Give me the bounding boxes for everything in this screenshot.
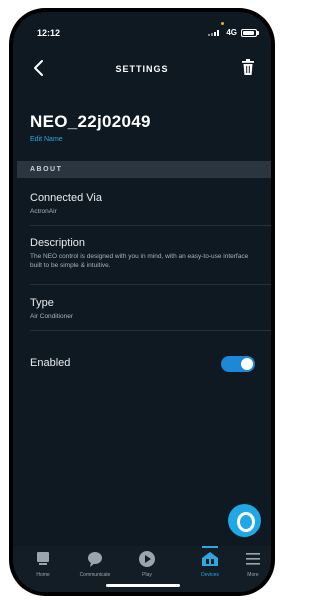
nav-label: Play <box>142 572 152 578</box>
status-bar: 12:12 4G <box>13 12 271 46</box>
divider <box>30 225 271 226</box>
nav-label: Communicate <box>79 572 111 578</box>
network-type: 4G <box>226 28 237 37</box>
nav-item-play[interactable]: Play <box>121 550 173 578</box>
divider <box>30 284 271 285</box>
menu-icon <box>246 553 260 565</box>
status-time: 12:12 <box>37 28 61 38</box>
home-indicator[interactable] <box>106 584 180 587</box>
row-connected-via: Connected Via ActronAir <box>30 192 259 216</box>
row-label: Type <box>30 297 54 309</box>
row-value: ActronAir <box>30 208 57 215</box>
section-header-about: ABOUT <box>17 161 271 178</box>
alexa-ring-icon <box>237 512 255 532</box>
nav-label: More <box>247 572 259 578</box>
nav-label: Devices <box>201 572 219 578</box>
row-value: The NEO control is designed with you in … <box>30 253 249 269</box>
page-title: SETTINGS <box>115 64 169 74</box>
device-name: NEO_22j02049 <box>30 112 151 131</box>
row-label: Connected Via <box>30 192 102 204</box>
devices-house-icon <box>202 552 218 566</box>
nav-label: Home <box>36 572 50 578</box>
battery-icon <box>241 29 259 37</box>
alexa-button[interactable] <box>228 504 261 537</box>
screen: 12:12 4G SETTINGS NEO_22j02049 Edit Name <box>13 12 271 592</box>
enabled-toggle[interactable] <box>221 356 255 372</box>
nav-item-communicate[interactable]: Communicate <box>69 550 121 578</box>
active-tab-indicator <box>202 546 218 548</box>
nav-item-devices[interactable]: Devices <box>184 550 236 578</box>
phone-frame: 12:12 4G SETTINGS NEO_22j02049 Edit Name <box>9 8 275 596</box>
play-icon <box>139 551 155 567</box>
section-title: ABOUT <box>30 166 63 173</box>
row-type: Type Air Conditioner <box>30 297 259 321</box>
divider <box>30 330 271 331</box>
trash-icon[interactable] <box>239 58 257 78</box>
toggle-knob <box>241 358 253 370</box>
row-value: Air Conditioner <box>30 313 73 320</box>
edit-name-link[interactable]: Edit Name <box>30 136 63 143</box>
top-bar: SETTINGS <box>13 54 271 84</box>
row-description: Description The NEO control is designed … <box>30 237 259 270</box>
row-label: Description <box>30 237 86 249</box>
home-icon <box>37 552 49 565</box>
nav-item-home[interactable]: Home <box>17 550 69 578</box>
chat-bubble-icon <box>88 552 102 567</box>
signal-icon <box>208 30 219 36</box>
privacy-indicator-dot <box>221 22 224 25</box>
nav-item-more[interactable]: More <box>235 550 271 578</box>
